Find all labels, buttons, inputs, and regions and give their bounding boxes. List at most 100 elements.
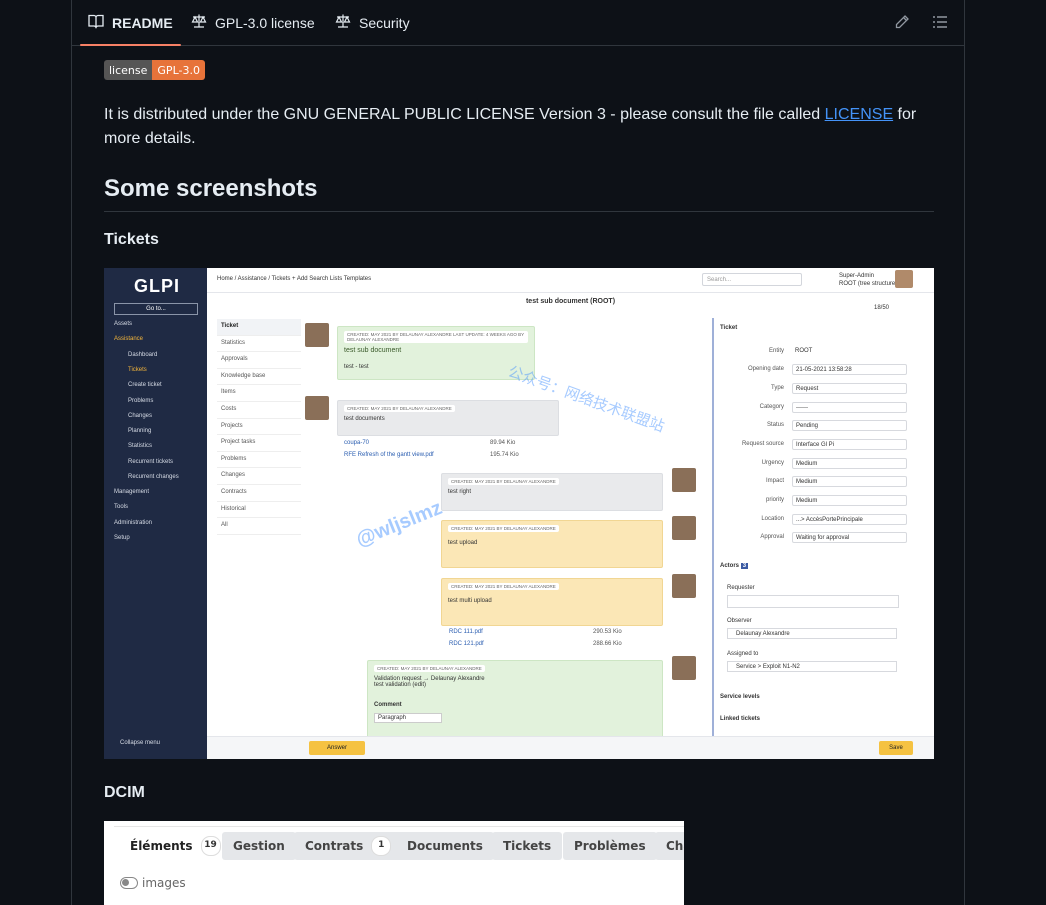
save-button[interactable]: Save <box>879 741 913 755</box>
avatar[interactable] <box>895 270 913 288</box>
tab-license[interactable]: GPL-3.0 license <box>191 0 315 45</box>
menu-tools[interactable]: Tools <box>114 504 128 510</box>
dcim-tab-elements[interactable]: Éléments 19 <box>119 832 232 860</box>
requester-field[interactable] <box>727 595 899 608</box>
doc-size: 89.94 Kio <box>490 440 516 446</box>
field-request-source[interactable]: Request source Interface Gl Pi <box>724 439 929 451</box>
tab-knowledge-base[interactable]: Knowledge base <box>217 369 301 386</box>
doc-link[interactable]: RFE Refresh of the gantt view.pdf <box>344 452 434 458</box>
field-location[interactable]: Location ...> AccèsPortePrincipale <box>724 514 929 526</box>
tab-items[interactable]: Items <box>217 385 301 402</box>
dcim-tab-gestion[interactable]: Gestion <box>222 832 296 860</box>
dcim-tab-contrats[interactable]: Contrats 1 <box>294 832 403 860</box>
tab-changes[interactable]: Changes <box>217 468 301 485</box>
menu-administration[interactable]: Administration <box>114 520 152 526</box>
paragraph-select[interactable]: Paragraph <box>374 713 442 723</box>
menu-recurrent-tickets[interactable]: Recurrent tickets <box>128 459 173 465</box>
doc-link[interactable]: coupa-70 <box>344 440 369 446</box>
answer-button[interactable]: Answer <box>309 741 365 755</box>
tab-security[interactable]: Security <box>335 0 410 45</box>
menu-setup[interactable]: Setup <box>114 535 130 541</box>
menu-planning[interactable]: Planning <box>128 428 151 434</box>
documents-meta: CREATED: MAY 2021 BY DELAUNAY ALEXANDRE <box>344 405 455 412</box>
glpi-footer: Answer Save <box>207 736 934 759</box>
doc-link[interactable]: RDC 111.pdf <box>449 629 483 635</box>
tab-approvals[interactable]: Approvals <box>217 352 301 369</box>
glpi-topbar: Home / Assistance / Tickets + Add Search… <box>207 268 934 293</box>
pencil-icon[interactable] <box>892 12 912 32</box>
count-badge: 1 <box>371 836 392 856</box>
service-levels-section[interactable]: Service levels <box>720 694 920 700</box>
screenshots-heading: Some screenshots <box>104 175 934 212</box>
goto-button[interactable]: Go to... <box>114 303 198 315</box>
actors-section[interactable]: Actors 3 <box>720 563 920 569</box>
license-link[interactable]: LICENSE <box>825 106 893 123</box>
field-type[interactable]: Type Request <box>724 383 929 395</box>
tickets-heading: Tickets <box>104 231 159 248</box>
dcim-tab-problemes[interactable]: Problèmes <box>563 832 657 860</box>
user-menu[interactable]: Super-Admin ROOT (tree structure) <box>839 272 897 288</box>
menu-problems[interactable]: Problems <box>128 398 153 404</box>
tab-ticket[interactable]: Ticket <box>217 319 301 336</box>
field-priority[interactable]: priority Medium <box>724 495 929 507</box>
menu-assets[interactable]: Assets <box>114 321 132 327</box>
dcim-heading: DCIM <box>104 784 145 801</box>
tab-readme[interactable]: README <box>80 0 181 46</box>
menu-tickets[interactable]: Tickets <box>128 367 147 373</box>
glpi-main: Home / Assistance / Tickets + Add Search… <box>207 268 934 759</box>
tab-costs[interactable]: Costs <box>217 402 301 419</box>
tab-problems[interactable]: Problems <box>217 452 301 469</box>
license-badge[interactable]: license GPL-3.0 <box>104 60 205 80</box>
tab-contracts[interactable]: Contracts <box>217 485 301 502</box>
dcim-tab-changes[interactable]: Cha <box>655 832 684 860</box>
ticket-panel-title[interactable]: Ticket <box>720 325 920 331</box>
timeline-note: CREATED: MAY 2021 BY DELAUNAY ALEXANDRE … <box>441 473 663 511</box>
ticket-tabs: Ticket Statistics Approvals Knowledge ba… <box>217 319 301 535</box>
assigned-field[interactable]: Service > Exploit N1-N2 <box>727 661 897 672</box>
validation-comment: test validation (edit) <box>374 682 427 688</box>
license-paragraph: It is distributed under the GNU GENERAL … <box>104 103 944 151</box>
tab-project-tasks[interactable]: Project tasks <box>217 435 301 452</box>
doc-link[interactable]: RDC 121.pdf <box>449 641 484 647</box>
count-badge: 19 <box>200 836 221 856</box>
tab-security-label: Security <box>359 14 410 31</box>
images-toggle[interactable]: images <box>120 876 186 890</box>
dcim-tab-tickets[interactable]: Tickets <box>492 832 563 860</box>
menu-assistance[interactable]: Assistance <box>114 336 143 342</box>
breadcrumb[interactable]: Home / Assistance / Tickets + Add Search… <box>217 276 371 282</box>
menu-management[interactable]: Management <box>114 489 149 495</box>
menu-create-ticket[interactable]: Create ticket <box>128 382 162 388</box>
menu-recurrent-changes[interactable]: Recurrent changes <box>128 474 179 480</box>
field-opening-date[interactable]: Opening date 21-05-2021 13:58:28 <box>724 364 929 376</box>
task-meta: CREATED: MAY 2021 BY DELAUNAY ALEXANDRE <box>448 583 559 590</box>
images-toggle-label: images <box>142 876 186 890</box>
avatar <box>672 516 696 540</box>
tab-readme-label: README <box>112 14 173 31</box>
task-body: test multi upload <box>448 598 492 604</box>
timeline-documents: CREATED: MAY 2021 BY DELAUNAY ALEXANDRE … <box>337 400 559 436</box>
search-input[interactable]: Search... <box>702 273 802 286</box>
field-category[interactable]: Category ------ <box>724 402 929 414</box>
field-urgency[interactable]: Urgency Medium <box>724 458 929 470</box>
menu-changes[interactable]: Changes <box>128 413 152 419</box>
validation-meta: CREATED: MAY 2021 BY DELAUNAY ALEXANDRE <box>374 665 485 672</box>
collapse-menu[interactable]: Collapse menu <box>120 740 160 746</box>
avatar <box>672 656 696 680</box>
list-icon[interactable] <box>930 12 950 32</box>
field-approval[interactable]: Approval Waiting for approval <box>724 532 929 544</box>
tab-projects[interactable]: Projects <box>217 419 301 436</box>
badge-value: GPL-3.0 <box>152 60 205 80</box>
tickets-screenshot: GLPI Go to... Assets Assistance Dashboar… <box>104 268 934 759</box>
readme-tabbar: README GPL-3.0 license Security <box>72 0 964 46</box>
field-status[interactable]: Status Pending <box>724 420 929 432</box>
dcim-tab-documents[interactable]: Documents <box>396 832 494 860</box>
observer-field[interactable]: Delaunay Alexandre <box>727 628 897 639</box>
doc-size: 195.74 Kio <box>490 452 519 458</box>
linked-tickets-section[interactable]: Linked tickets <box>720 716 920 722</box>
tab-historical[interactable]: Historical <box>217 502 301 519</box>
menu-dashboard[interactable]: Dashboard <box>128 352 157 358</box>
tab-statistics[interactable]: Statistics <box>217 336 301 353</box>
field-impact[interactable]: Impact Medium <box>724 476 929 488</box>
tab-all[interactable]: All <box>217 518 301 535</box>
menu-statistics[interactable]: Statistics <box>128 443 152 449</box>
